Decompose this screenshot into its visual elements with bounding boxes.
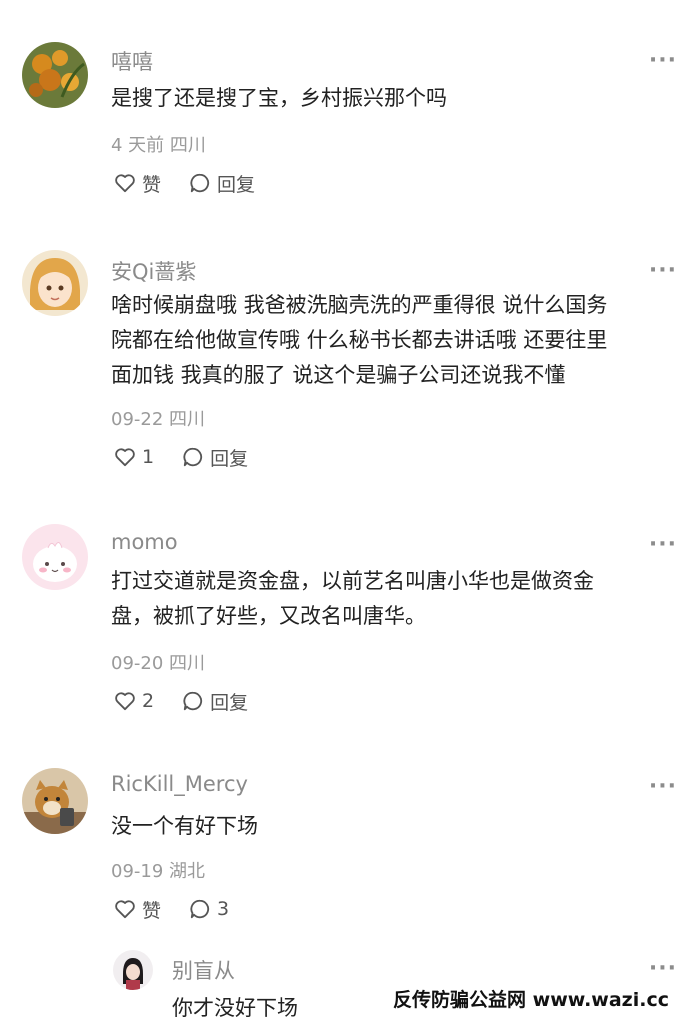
like-label: 赞 (142, 899, 162, 922)
comment-actions: 1 回复 (114, 442, 276, 472)
watermark-text: 反传防骗公益网 www.wazi.cc (387, 983, 675, 1014)
avatar[interactable] (22, 524, 88, 590)
reply-label: 回复 (217, 173, 256, 196)
comment-meta: 09-19 湖北 (111, 861, 206, 882)
comment-text-line: 院都在给他做宣传哦 什么秘书长都去讲话哦 还要往里 (111, 328, 608, 352)
comment-text: 啥时候崩盘哦 我爸被洗脑壳洗的严重得很 说什么国务 院都在给他做宣传哦 什么秘书… (111, 288, 671, 393)
comment-text-line: 盘，被抓了好些，又改名叫唐华。 (111, 604, 426, 628)
reply-button[interactable]: 3 (189, 898, 229, 920)
like-button[interactable]: 1 (114, 446, 154, 468)
username[interactable]: 安Qi蔷紫 (111, 256, 196, 286)
heart-icon (115, 692, 135, 711)
more-options-icon[interactable]: ··· (649, 534, 677, 556)
heart-icon (115, 174, 135, 193)
more-options-icon[interactable]: ··· (649, 776, 677, 798)
comment-text: 是搜了还是搜了宝，乡村振兴那个吗 (111, 86, 447, 110)
like-label: 赞 (142, 173, 162, 196)
reply-label: 回复 (210, 691, 249, 714)
heart-icon (115, 448, 135, 467)
comment-meta: 09-20 四川 (111, 653, 206, 674)
comment-text: 没一个有好下场 (111, 814, 258, 838)
comment-text-line: 面加钱 我真的服了 说这个是骗子公司还说我不懂 (111, 363, 566, 387)
comment-actions: 2 回复 (114, 686, 276, 716)
comment-bubble-icon (190, 173, 210, 193)
more-options-icon[interactable]: ··· (649, 958, 677, 980)
comment-text: 打过交道就是资金盘，以前艺名叫唐小华也是做资金 盘，被抓了好些，又改名叫唐华。 (111, 564, 671, 634)
like-button[interactable]: 赞 (114, 170, 161, 197)
comment-meta: 09-22 四川 (111, 409, 206, 430)
avatar[interactable] (22, 42, 88, 108)
avatar[interactable] (22, 768, 88, 834)
comment-text-line: 啥时候崩盘哦 我爸被洗脑壳洗的严重得很 说什么国务 (111, 293, 608, 317)
username[interactable]: RicKill_Mercy (111, 772, 248, 796)
comment-bubble-icon (190, 899, 210, 919)
reply-label: 回复 (210, 447, 249, 470)
comment-bubble-icon (183, 447, 203, 467)
comment-text-line: 打过交道就是资金盘，以前艺名叫唐小华也是做资金 (111, 569, 594, 593)
avatar[interactable] (113, 950, 153, 990)
reply-button[interactable]: 回复 (182, 688, 248, 715)
avatar[interactable] (22, 250, 88, 316)
reply-count: 3 (217, 898, 230, 920)
like-button[interactable]: 赞 (114, 896, 161, 923)
like-count: 2 (142, 690, 155, 712)
like-count: 1 (142, 446, 155, 468)
reply-button[interactable]: 回复 (182, 444, 248, 471)
comment-page: 嘻嘻 ··· 是搜了还是搜了宝，乡村振兴那个吗 4 天前 四川 赞 回复 安Qi… (0, 0, 683, 1024)
like-button[interactable]: 2 (114, 690, 154, 712)
username[interactable]: momo (111, 530, 178, 554)
username[interactable]: 别盲从 (172, 955, 235, 985)
reply-button[interactable]: 回复 (189, 170, 255, 197)
comment-actions: 赞 3 (114, 894, 257, 924)
username[interactable]: 嘻嘻 (111, 46, 153, 76)
comment-actions: 赞 回复 (114, 168, 283, 198)
more-options-icon[interactable]: ··· (649, 260, 677, 282)
more-options-icon[interactable]: ··· (649, 50, 677, 72)
comment-meta: 4 天前 四川 (111, 135, 206, 156)
heart-icon (115, 900, 135, 919)
reply-text: 你才没好下场 (172, 996, 298, 1020)
comment-bubble-icon (183, 691, 203, 711)
